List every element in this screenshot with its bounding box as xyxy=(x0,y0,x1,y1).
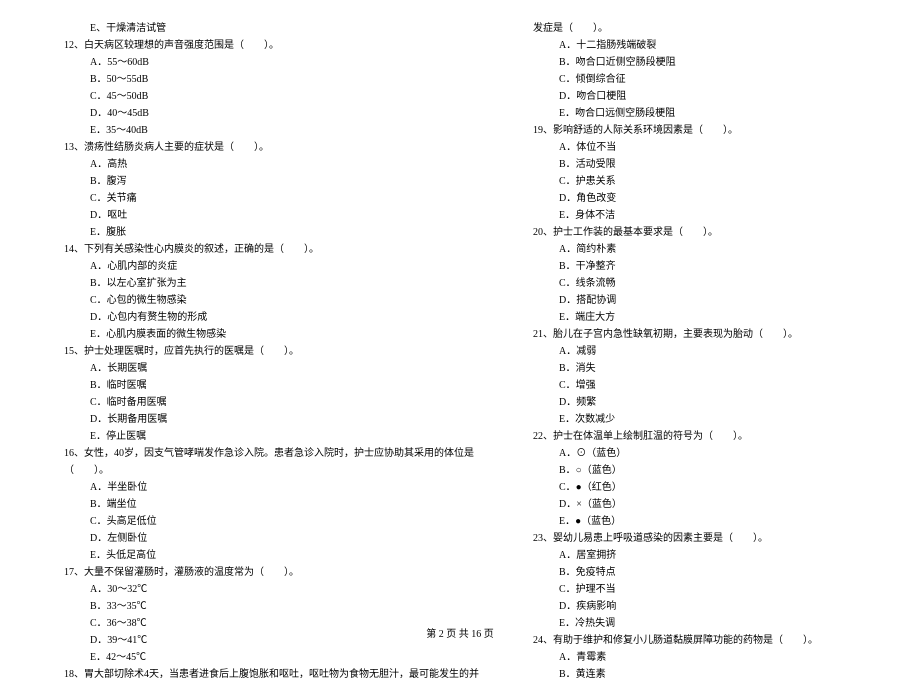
option-text: E．●（蓝色） xyxy=(519,513,870,530)
option-text: D．角色改变 xyxy=(519,190,870,207)
option-text: A．高热 xyxy=(50,156,479,173)
question-stem: 12、白天病区较理想的声音强度范围是（ ）。 xyxy=(50,37,479,54)
option-text: E．腹胀 xyxy=(50,224,479,241)
option-text: B．腹泻 xyxy=(50,173,479,190)
option-text: E．身体不洁 xyxy=(519,207,870,224)
option-text: E、干燥清洁试管 xyxy=(50,20,479,37)
option-text: D．40～45dB xyxy=(50,105,479,122)
option-text: B．免疫特点 xyxy=(519,564,870,581)
option-text: C．头高足低位 xyxy=(50,513,479,530)
option-text: D．左侧卧位 xyxy=(50,530,479,547)
exam-page: E、干燥清洁试管 12、白天病区较理想的声音强度范围是（ ）。 A．55～60d… xyxy=(0,0,920,620)
question-stem: 18、胃大部切除术4天，当患者进食后上腹饱胀和呕吐，呕吐物为食物无胆汁，最可能发… xyxy=(50,666,479,683)
option-text: E．吻合口远侧空肠段梗阻 xyxy=(519,105,870,122)
option-text: E．次数减少 xyxy=(519,411,870,428)
option-text: C．增强 xyxy=(519,377,870,394)
option-text: A．55～60dB xyxy=(50,54,479,71)
option-text: A．青霉素 xyxy=(519,649,870,666)
option-text: E．35～40dB xyxy=(50,122,479,139)
option-text: B．干净整齐 xyxy=(519,258,870,275)
option-text: B．○（蓝色） xyxy=(519,462,870,479)
option-text: C．倾倒综合征 xyxy=(519,71,870,88)
option-text: A．减弱 xyxy=(519,343,870,360)
option-text: A．居室拥挤 xyxy=(519,547,870,564)
option-text: E．42～45℃ xyxy=(50,649,479,666)
option-text: C．关节痛 xyxy=(50,190,479,207)
option-text: B．50～55dB xyxy=(50,71,479,88)
option-text: D．心包内有赘生物的形成 xyxy=(50,309,479,326)
option-text: C．线条流畅 xyxy=(519,275,870,292)
option-text: E．端庄大方 xyxy=(519,309,870,326)
option-text: D．疾病影响 xyxy=(519,598,870,615)
option-text: B．黄连素 xyxy=(519,666,870,683)
option-text: C．护理不当 xyxy=(519,581,870,598)
question-stem: 17、大量不保留灌肠时，灌肠液的温度常为（ ）。 xyxy=(50,564,479,581)
question-stem: 20、护士工作装的最基本要求是（ ）。 xyxy=(519,224,870,241)
option-text: E．头低足高位 xyxy=(50,547,479,564)
option-text: A．30～32℃ xyxy=(50,581,479,598)
option-text: C．临时备用医嘱 xyxy=(50,394,479,411)
option-text: A．长期医嘱 xyxy=(50,360,479,377)
question-stem-cont: （ ）。 xyxy=(50,462,479,479)
option-text: B．以左心室扩张为主 xyxy=(50,275,479,292)
question-stem: 13、溃疡性结肠炎病人主要的症状是（ ）。 xyxy=(50,139,479,156)
option-text: D．频繁 xyxy=(519,394,870,411)
left-column: E、干燥清洁试管 12、白天病区较理想的声音强度范围是（ ）。 A．55～60d… xyxy=(50,20,479,610)
option-text: C．护患关系 xyxy=(519,173,870,190)
option-text: A．体位不当 xyxy=(519,139,870,156)
option-text: B．临时医嘱 xyxy=(50,377,479,394)
option-text: A．十二指肠残端破裂 xyxy=(519,37,870,54)
question-stem: 23、婴幼儿易患上呼吸道感染的因素主要是（ ）。 xyxy=(519,530,870,547)
option-text: A．心肌内部的炎症 xyxy=(50,258,479,275)
question-stem: 21、胎儿在子宫内急性缺氧初期，主要表现为胎动（ ）。 xyxy=(519,326,870,343)
page-footer: 第 2 页 共 16 页 xyxy=(0,625,920,640)
option-text: C．●（红色） xyxy=(519,479,870,496)
option-text: E．心肌内膜表面的微生物感染 xyxy=(50,326,479,343)
question-stem: 22、护士在体温单上绘制肛温的符号为（ ）。 xyxy=(519,428,870,445)
option-text: C．45～50dB xyxy=(50,88,479,105)
question-stem: 14、下列有关感染性心内膜炎的叙述，正确的是（ ）。 xyxy=(50,241,479,258)
option-text: D．搭配协调 xyxy=(519,292,870,309)
right-column: 发症是（ ）。 A．十二指肠残端破裂 B．吻合口近侧空肠段梗阻 C．倾倒综合征 … xyxy=(519,20,870,610)
option-text: A．⊙（蓝色） xyxy=(519,445,870,462)
option-text: C．心包的微生物感染 xyxy=(50,292,479,309)
option-text: B．活动受限 xyxy=(519,156,870,173)
question-stem: 19、影响舒适的人际关系环境因素是（ ）。 xyxy=(519,122,870,139)
option-text: D．×（蓝色） xyxy=(519,496,870,513)
option-text: B．吻合口近侧空肠段梗阻 xyxy=(519,54,870,71)
option-text: A．简约朴素 xyxy=(519,241,870,258)
option-text: E．停止医嘱 xyxy=(50,428,479,445)
question-stem: 16、女性，40岁，因支气管哮喘发作急诊入院。患者急诊入院时，护士应协助其采用的… xyxy=(50,445,479,462)
option-text: A．半坐卧位 xyxy=(50,479,479,496)
option-text: B．33～35℃ xyxy=(50,598,479,615)
question-stem-cont: 发症是（ ）。 xyxy=(519,20,870,37)
option-text: B．端坐位 xyxy=(50,496,479,513)
question-stem: 15、护士处理医嘱时，应首先执行的医嘱是（ ）。 xyxy=(50,343,479,360)
option-text: D．呕吐 xyxy=(50,207,479,224)
option-text: D．长期备用医嘱 xyxy=(50,411,479,428)
option-text: B．消失 xyxy=(519,360,870,377)
option-text: D．吻合口梗阻 xyxy=(519,88,870,105)
